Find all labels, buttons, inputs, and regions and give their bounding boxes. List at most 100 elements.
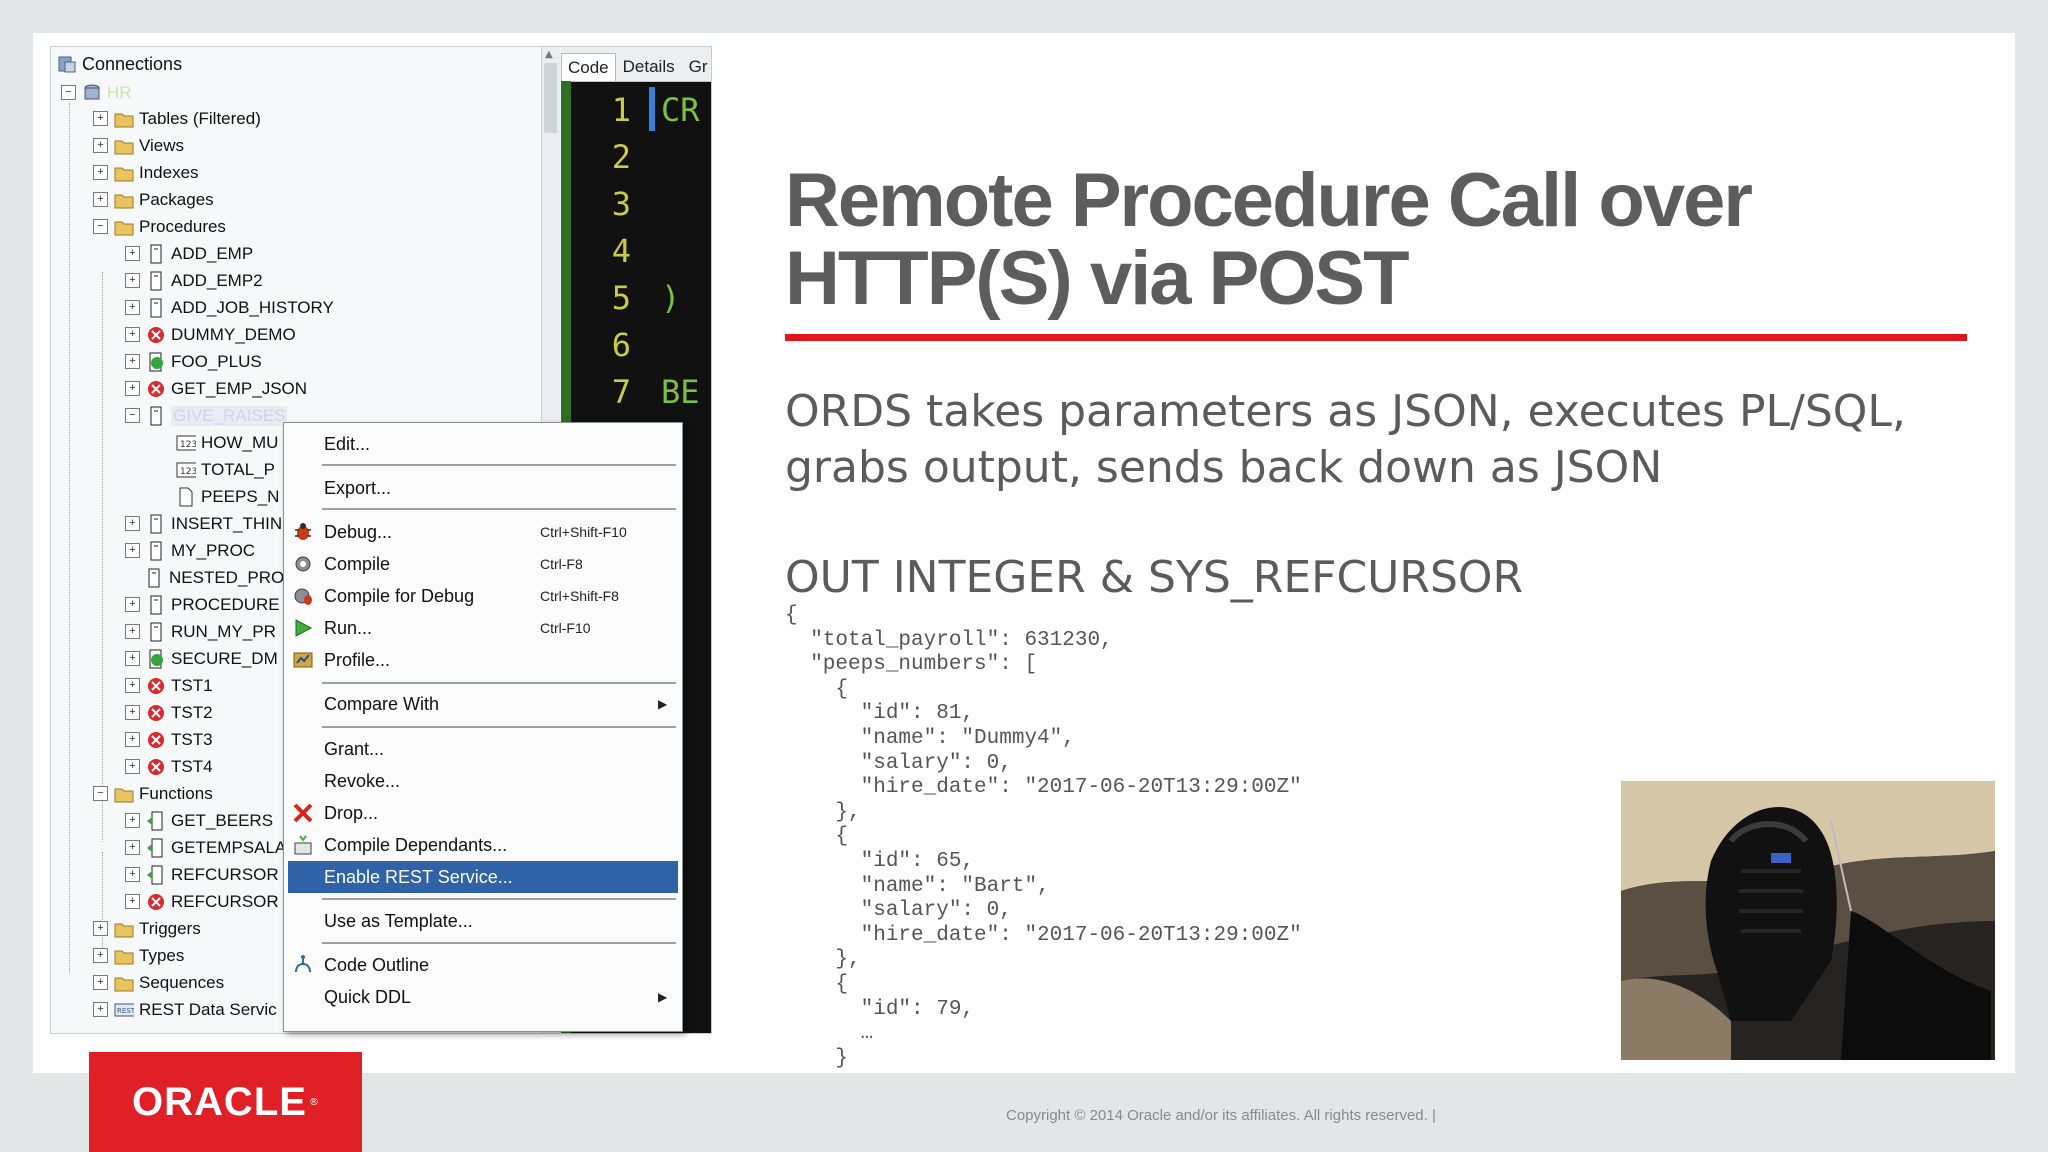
expand-icon[interactable]: + bbox=[125, 813, 140, 828]
expand-icon[interactable]: + bbox=[93, 111, 108, 126]
collapse-icon[interactable]: − bbox=[125, 408, 140, 423]
tree-node-parameter[interactable]: 123 TOTAL_P bbox=[157, 456, 275, 483]
collapse-icon[interactable]: − bbox=[93, 219, 108, 234]
expand-icon[interactable]: + bbox=[125, 759, 140, 774]
function-icon bbox=[146, 811, 166, 831]
tree-node-procedure[interactable]: + ADD_JOB_HISTORY bbox=[125, 294, 334, 321]
json-sample: { "total_payroll": 631230, "peeps_number… bbox=[785, 604, 1302, 1070]
tree-node-connection[interactable]: − HR bbox=[61, 79, 132, 106]
menu-item-edit[interactable]: Edit... bbox=[288, 428, 678, 460]
menu-item-enable-rest-service[interactable]: Enable REST Service... bbox=[288, 861, 678, 893]
tree-node-procedure[interactable]: + FOO_PLUS bbox=[125, 348, 262, 375]
expand-icon[interactable]: + bbox=[125, 246, 140, 261]
expand-icon[interactable]: + bbox=[93, 921, 108, 936]
expand-icon[interactable]: + bbox=[125, 651, 140, 666]
menu-item-debug[interactable]: Debug... Ctrl+Shift-F10 bbox=[288, 516, 678, 548]
tree-node-procedure[interactable]: + MY_PROC bbox=[125, 537, 255, 564]
scroll-up-icon[interactable]: ▲ bbox=[545, 49, 553, 60]
menu-item-quick-ddl[interactable]: Quick DDL ▶ bbox=[288, 981, 678, 1013]
menu-item-code-outline[interactable]: Code Outline bbox=[288, 949, 678, 981]
tree-node-procedure[interactable]: + RUN_MY_PR bbox=[125, 618, 276, 645]
menu-item-compile[interactable]: Compile Ctrl-F8 bbox=[288, 548, 678, 580]
expand-icon[interactable]: + bbox=[125, 327, 140, 342]
expand-icon[interactable]: + bbox=[125, 354, 140, 369]
expand-icon[interactable]: + bbox=[93, 975, 108, 990]
expand-icon[interactable]: + bbox=[125, 894, 140, 909]
scrollbar-thumb[interactable] bbox=[544, 63, 557, 133]
svg-text:123: 123 bbox=[180, 440, 196, 450]
tree-node-procedure[interactable]: + TST1 bbox=[125, 672, 213, 699]
code-text[interactable]: CR ) BE bbox=[653, 87, 711, 416]
tree-node-views[interactable]: + Views bbox=[93, 132, 184, 159]
tree-node-packages[interactable]: + Packages bbox=[93, 186, 214, 213]
tree-node-function[interactable]: + REFCURSOR bbox=[125, 888, 279, 915]
folder-icon bbox=[114, 973, 134, 993]
tab-details[interactable]: Details bbox=[616, 52, 682, 81]
tree-node-sequences[interactable]: + Sequences bbox=[93, 969, 224, 996]
tree-node-parameter[interactable]: 123 HOW_MU bbox=[157, 429, 278, 456]
expand-icon[interactable]: + bbox=[125, 273, 140, 288]
tree-node-procedure[interactable]: + TST3 bbox=[125, 726, 213, 753]
function-icon bbox=[146, 865, 166, 885]
expand-icon[interactable]: + bbox=[125, 840, 140, 855]
tree-node-parameter[interactable]: PEEPS_N bbox=[157, 483, 279, 510]
expand-icon[interactable]: + bbox=[125, 597, 140, 612]
tab-code[interactable]: Code bbox=[561, 53, 616, 81]
menu-item-use-as-template[interactable]: Use as Template... bbox=[288, 905, 678, 937]
expand-icon[interactable]: + bbox=[125, 705, 140, 720]
run-play-icon bbox=[288, 614, 318, 642]
menu-item-grant[interactable]: Grant... bbox=[288, 733, 678, 765]
invalid-function-icon bbox=[146, 892, 166, 912]
folder-icon bbox=[114, 136, 134, 156]
expand-icon[interactable]: + bbox=[125, 678, 140, 693]
expand-icon[interactable]: + bbox=[125, 732, 140, 747]
tree-node-function[interactable]: + GET_BEERS bbox=[125, 807, 273, 834]
tree-node-procedure[interactable]: + INSERT_THIN bbox=[125, 510, 282, 537]
expand-icon[interactable]: + bbox=[93, 948, 108, 963]
expand-icon[interactable]: + bbox=[93, 1002, 108, 1017]
expand-icon[interactable]: + bbox=[125, 381, 140, 396]
procedure-icon bbox=[146, 298, 166, 318]
tree-node-procedure[interactable]: + TST4 bbox=[125, 753, 213, 780]
menu-item-compare-with[interactable]: Compare With ▶ bbox=[288, 688, 678, 720]
tree-node-procedure[interactable]: + SECURE_DM bbox=[125, 645, 278, 672]
tree-node-procedure[interactable]: + TST2 bbox=[125, 699, 213, 726]
folder-icon bbox=[114, 784, 134, 804]
expand-icon[interactable]: + bbox=[93, 138, 108, 153]
tree-node-function[interactable]: + GETEMPSALA bbox=[125, 834, 286, 861]
expand-icon[interactable]: + bbox=[125, 867, 140, 882]
tree-node-functions[interactable]: − Functions bbox=[93, 780, 213, 807]
menu-item-profile[interactable]: Profile... bbox=[288, 644, 678, 676]
tree-node-tables[interactable]: + Tables (Filtered) bbox=[93, 105, 261, 132]
tree-node-rest-data-services[interactable]: + REST REST Data Servic bbox=[93, 996, 277, 1023]
tree-node-procedure[interactable]: + DUMMY_DEMO bbox=[125, 321, 296, 348]
tree-node-procedures[interactable]: − Procedures bbox=[93, 213, 226, 240]
menu-item-compile-dependants[interactable]: Compile Dependants... bbox=[288, 829, 678, 861]
menu-item-revoke[interactable]: Revoke... bbox=[288, 765, 678, 797]
menu-item-compile-for-debug[interactable]: Compile for Debug Ctrl+Shift-F8 bbox=[288, 580, 678, 612]
collapse-icon[interactable]: − bbox=[61, 85, 76, 100]
tree-node-triggers[interactable]: + Triggers bbox=[93, 915, 201, 942]
expand-icon[interactable]: + bbox=[93, 165, 108, 180]
tree-node-types[interactable]: + Types bbox=[93, 942, 184, 969]
tab-grants[interactable]: Gr bbox=[682, 52, 711, 81]
expand-icon[interactable]: + bbox=[125, 300, 140, 315]
gear-shifter-photo bbox=[1621, 781, 1995, 1060]
tree-node-procedure[interactable]: + ADD_EMP2 bbox=[125, 267, 263, 294]
tree-node-procedure[interactable]: + ADD_EMP bbox=[125, 240, 253, 267]
tree-node-procedure-selected[interactable]: − GIVE_RAISES bbox=[125, 402, 288, 429]
tree-node-procedure[interactable]: + PROCEDURE bbox=[125, 591, 280, 618]
tree-node-procedure[interactable]: + GET_EMP_JSON bbox=[125, 375, 307, 402]
menu-item-export[interactable]: Export... bbox=[288, 472, 678, 504]
registered-mark-icon: ® bbox=[308, 1096, 319, 1108]
tree-node-procedure[interactable]: NESTED_PRO bbox=[125, 564, 284, 591]
menu-item-run[interactable]: Run... Ctrl-F10 bbox=[288, 612, 678, 644]
expand-icon[interactable]: + bbox=[125, 516, 140, 531]
expand-icon[interactable]: + bbox=[125, 543, 140, 558]
expand-icon[interactable]: + bbox=[93, 192, 108, 207]
tree-node-indexes[interactable]: + Indexes bbox=[93, 159, 199, 186]
expand-icon[interactable]: + bbox=[125, 624, 140, 639]
collapse-icon[interactable]: − bbox=[93, 786, 108, 801]
menu-item-drop[interactable]: Drop... bbox=[288, 797, 678, 829]
tree-node-function[interactable]: + REFCURSOR bbox=[125, 861, 279, 888]
